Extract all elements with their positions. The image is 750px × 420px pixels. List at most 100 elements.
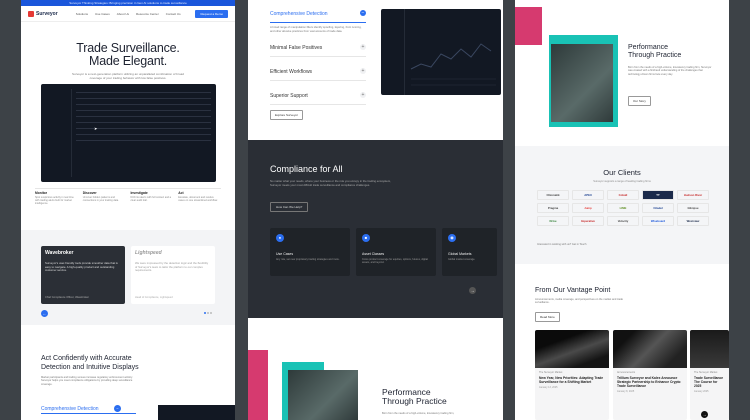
nav-link-solutions[interactable]: Solutions bbox=[76, 12, 88, 16]
hero-title-line-2: Made Elegant. bbox=[88, 54, 167, 68]
client-logo: TT bbox=[642, 190, 674, 200]
screenshot-sidebar bbox=[45, 89, 72, 177]
client-logo: APEX bbox=[572, 190, 604, 200]
nav-link-resources[interactable]: Resource Center bbox=[136, 12, 159, 16]
act-title-line-2: Detection and Intuitive Displays bbox=[41, 363, 139, 371]
plus-icon[interactable]: + bbox=[360, 68, 366, 74]
screenshot-row bbox=[76, 110, 211, 111]
minus-icon[interactable]: − bbox=[360, 10, 366, 16]
news-title: Trade Surveillance The Course for 2025 bbox=[694, 376, 724, 388]
hero-title: Trade Surveillance. Made Elegant. bbox=[21, 42, 235, 68]
news-date: January 8, 2025 bbox=[617, 390, 635, 393]
logo[interactable]: Surveyor bbox=[36, 11, 58, 17]
client-logo: Jump bbox=[572, 203, 604, 213]
team-photo bbox=[551, 44, 613, 122]
nav-links: Solutions Use Cases About Us Resource Ce… bbox=[76, 12, 181, 16]
card-title: Use Cases bbox=[276, 252, 294, 256]
briefcase-icon: ■ bbox=[362, 234, 370, 242]
performance-title-line-2: Through Practice bbox=[628, 51, 682, 59]
card-asset-classes[interactable]: ■ Asset Classes Cross product coverage f… bbox=[356, 228, 436, 276]
request-demo-button[interactable]: Request a Demo bbox=[195, 9, 228, 18]
feature-list: Monitor Spot suspicious activity in real … bbox=[35, 188, 221, 206]
news-card[interactable]: Announcements Trillium Surveyor and Kale… bbox=[613, 330, 687, 420]
feature-title: Monitor bbox=[35, 191, 48, 195]
accordion-minimal-false-positives[interactable]: Minimal False Positives + bbox=[270, 43, 366, 57]
minus-icon[interactable]: − bbox=[114, 405, 121, 412]
carousel-prev-button[interactable]: ← bbox=[41, 310, 48, 317]
feature-title: Discover bbox=[82, 191, 97, 195]
team-photo bbox=[288, 370, 358, 420]
screenshot-row bbox=[76, 104, 211, 105]
accordion-superior-support[interactable]: Superior Support + bbox=[270, 91, 366, 105]
clients-subtitle: Surveyor supports a range of leading tra… bbox=[593, 180, 651, 183]
client-logo: Hudson River bbox=[677, 190, 709, 200]
feature-desc: Drill into alerts with full context and … bbox=[130, 196, 172, 203]
client-logo: Glimpse bbox=[677, 203, 709, 213]
card-global-markets[interactable]: ◉ Global Markets Global market coverage. bbox=[442, 228, 497, 276]
act-confidently-title: Act Confidently with Accurate Detection … bbox=[41, 355, 139, 372]
client-logo: LIME bbox=[607, 203, 639, 213]
performance-title-line-1: Performance bbox=[628, 44, 669, 51]
testimonial-author: Head of Compliance, Lightspeed bbox=[135, 295, 173, 299]
read-more-button[interactable]: Read More bbox=[535, 312, 560, 322]
nav-link-contact[interactable]: Contact Us bbox=[166, 12, 181, 16]
page-home-middle: Comprehensive Detection − A broad range … bbox=[248, 0, 503, 420]
testimonial-card-lightspeed[interactable]: Lightspeed We were impressed by the dete… bbox=[131, 246, 215, 304]
carousel-dots bbox=[204, 312, 212, 314]
carousel-dot[interactable] bbox=[207, 312, 209, 314]
plus-icon[interactable]: + bbox=[360, 92, 366, 98]
screenshot-row bbox=[76, 92, 211, 93]
page-home-top: Surveyor Thinking Strategies: Bringing p… bbox=[21, 0, 235, 420]
client-logo: Cobalt bbox=[607, 190, 639, 200]
nav-link-use-cases[interactable]: Use Cases bbox=[95, 12, 110, 16]
news-card[interactable]: The Surveyor Market Trade Surveillance T… bbox=[690, 330, 729, 420]
plus-icon[interactable]: + bbox=[360, 44, 366, 50]
comprehensive-detection-tab[interactable]: Comprehensive Detection bbox=[41, 406, 99, 412]
client-logo: Ottomatik bbox=[537, 190, 569, 200]
accordion-comprehensive-detection[interactable]: Comprehensive Detection − bbox=[270, 9, 366, 23]
users-icon: ● bbox=[276, 234, 284, 242]
card-desc: Any role, set new proprietary trading st… bbox=[276, 258, 340, 261]
card-desc: Global market coverage. bbox=[448, 258, 476, 261]
feature-desc: Escalate, document and resolve cases on … bbox=[178, 196, 218, 203]
explore-surveyor-button[interactable]: Explore Surveyor bbox=[270, 110, 304, 120]
client-logo: Pragma bbox=[537, 203, 569, 213]
screenshot-row bbox=[76, 98, 211, 99]
feature-discover: Discover Uncover hidden patterns and conn… bbox=[83, 191, 126, 206]
our-story-button[interactable]: Our Story bbox=[628, 96, 651, 106]
act-title-line-1: Act Confidently with Accurate bbox=[41, 355, 132, 362]
clients-note[interactable]: Interested in working with us? Get in To… bbox=[537, 243, 586, 246]
feature-act: Act Escalate, document and resolve cases … bbox=[178, 191, 221, 206]
screenshot-row bbox=[76, 134, 211, 135]
performance-desc: Born from the needs of a high-volume, lo… bbox=[628, 66, 712, 76]
accordion-efficient-workflows[interactable]: Efficient Workflows + bbox=[270, 67, 366, 81]
vantage-title: From Our Vantage Point bbox=[535, 287, 611, 294]
tab-underline bbox=[41, 413, 136, 414]
screenshot-row bbox=[76, 140, 211, 141]
testimonial-author: Chief Compliance Officer, Wavebroker bbox=[45, 295, 89, 299]
client-logo: Velocity bbox=[607, 216, 639, 226]
carousel-dot[interactable] bbox=[204, 312, 206, 314]
vantage-subtitle: Announcements, media coverage, and persp… bbox=[535, 298, 623, 305]
client-logo-grid: Ottomatik APEX Cobalt TT Hudson River Pr… bbox=[537, 190, 709, 226]
nav-link-about[interactable]: About Us bbox=[117, 12, 129, 16]
logo-icon bbox=[28, 10, 34, 17]
feature-desc: Uncover hidden patterns and connections … bbox=[82, 196, 119, 203]
testimonial-quote: We were impressed by the detection logic… bbox=[135, 261, 209, 273]
clients-title: Our Clients bbox=[603, 168, 641, 177]
carousel-dot[interactable] bbox=[210, 312, 212, 314]
feature-title: Investigate bbox=[130, 191, 148, 195]
arrow-right-icon[interactable]: → bbox=[469, 287, 476, 294]
product-screenshot: ➤ bbox=[41, 84, 216, 182]
act-confidently-subtitle: Market participants and trading venues i… bbox=[41, 376, 133, 386]
screenshot-row bbox=[76, 122, 211, 123]
screenshot-chart bbox=[410, 43, 496, 86]
performance-desc: Born from the needs of a high-volume, lo… bbox=[382, 412, 455, 415]
card-use-cases[interactable]: ● Use Cases Any role, set new proprietar… bbox=[270, 228, 350, 276]
client-logo: Wiseboard bbox=[642, 216, 674, 226]
how-can-we-help-button[interactable]: How Can We Help? bbox=[270, 202, 309, 212]
arrow-right-icon[interactable]: → bbox=[701, 411, 708, 418]
news-card[interactable]: The Surveyor Market New Year, New Priori… bbox=[535, 330, 609, 420]
performance-title: Performance Through Practice bbox=[382, 387, 447, 407]
testimonial-card-wavebroker[interactable]: Wavebroker Surveyor's user-friendly tool… bbox=[41, 246, 125, 304]
